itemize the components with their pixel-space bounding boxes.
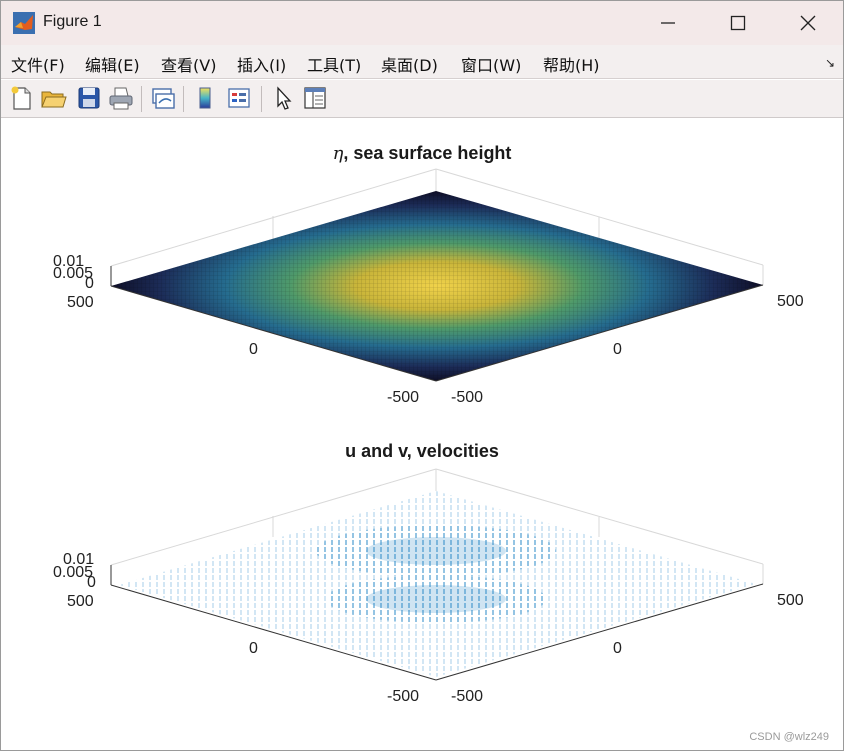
watermark: CSDN @wlz249 (749, 731, 829, 743)
print-icon[interactable] (107, 84, 135, 112)
minimize-icon (661, 22, 675, 24)
menu-bar: 文件(F) 编辑(E) 查看(V) 插入(I) 工具(T) 桌面(D) 窗口(W… (1, 45, 843, 79)
menu-help[interactable]: 帮助(H) (543, 52, 600, 76)
colorbar-icon[interactable] (191, 84, 219, 112)
menu-edit[interactable]: 编辑(E) (85, 52, 140, 76)
figure-window: Figure 1 文件(F) 编辑(E) 查看(V) 插入(I) 工具(T) 桌… (0, 0, 844, 751)
y-tick: 0 (613, 341, 622, 358)
x-tick: 500 (67, 593, 94, 610)
sea-surface-gridlines (111, 191, 763, 381)
x-tick: -500 (387, 389, 420, 406)
y-tick: 500 (777, 293, 804, 310)
y-tick: 0 (613, 640, 622, 657)
minimize-button[interactable] (633, 1, 703, 45)
y-tick: 500 (777, 592, 804, 609)
maximize-icon (730, 15, 746, 31)
menu-window[interactable]: 窗口(W) (461, 52, 521, 76)
toolbar-separator (261, 86, 262, 112)
property-inspector-icon[interactable] (301, 84, 329, 112)
matlab-app-icon (13, 12, 35, 34)
menu-file[interactable]: 文件(F) (11, 52, 65, 76)
save-icon[interactable] (75, 84, 103, 112)
dock-figure-icon[interactable]: ↘ (825, 56, 835, 70)
axes-surface-plot[interactable] (1, 119, 843, 751)
y-tick: -500 (451, 688, 484, 705)
menu-insert[interactable]: 插入(I) (237, 52, 286, 76)
menu-view[interactable]: 查看(V) (161, 52, 216, 76)
figure-canvas[interactable]: η, sea surface height 0.01 0.005 0 500 0… (1, 119, 843, 751)
maximize-button[interactable] (703, 1, 773, 45)
x-tick: 500 (67, 294, 94, 311)
x-tick: 0 (249, 341, 258, 358)
toolbar-separator (183, 86, 184, 112)
z-tick-zero: 0 (87, 574, 96, 591)
plot-title-velocities: u and v, velocities (345, 441, 499, 461)
menu-tools[interactable]: 工具(T) (307, 52, 361, 76)
link-plot-icon[interactable] (149, 84, 177, 112)
open-file-icon[interactable] (39, 84, 67, 112)
new-figure-icon[interactable] (7, 84, 35, 112)
close-button[interactable] (773, 1, 843, 45)
x-tick: 0 (249, 640, 258, 657)
title-bar[interactable]: Figure 1 (1, 1, 843, 45)
y-tick: -500 (451, 389, 484, 406)
toolbar-separator (141, 86, 142, 112)
x-tick: -500 (387, 688, 420, 705)
close-icon (800, 15, 816, 31)
legend-icon[interactable] (225, 84, 253, 112)
z-tick-zero: 0 (85, 275, 94, 292)
menu-desktop[interactable]: 桌面(D) (381, 52, 438, 76)
pointer-icon[interactable] (269, 84, 297, 112)
toolbar (1, 80, 843, 118)
window-title: Figure 1 (43, 13, 102, 30)
